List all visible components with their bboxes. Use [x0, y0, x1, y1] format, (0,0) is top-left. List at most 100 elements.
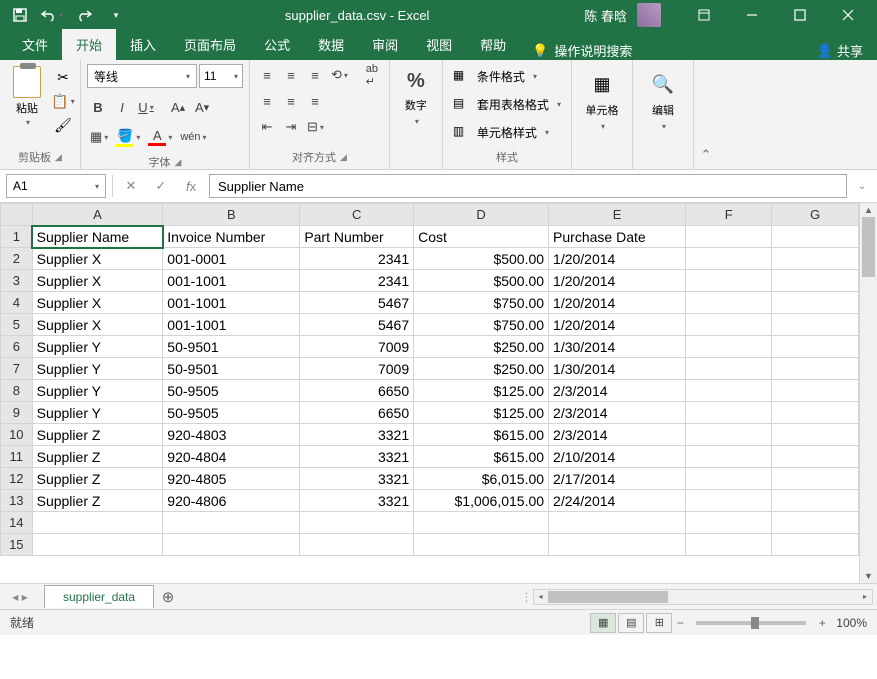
- dialog-launcher-icon[interactable]: ◢: [175, 157, 182, 168]
- cell[interactable]: [686, 446, 772, 468]
- cell[interactable]: Purchase Date: [549, 226, 686, 248]
- tab-page-layout[interactable]: 页面布局: [170, 29, 250, 60]
- row-header[interactable]: 14: [1, 512, 33, 534]
- row-header[interactable]: 8: [1, 380, 33, 402]
- cell[interactable]: [686, 534, 772, 556]
- bold-button[interactable]: B: [87, 96, 109, 118]
- cell[interactable]: 920-4804: [163, 446, 300, 468]
- align-center-button[interactable]: ≡: [280, 90, 302, 112]
- save-button[interactable]: [6, 2, 34, 28]
- merge-button[interactable]: ⊟▾: [304, 116, 327, 138]
- cell[interactable]: [686, 358, 772, 380]
- row-header[interactable]: 9: [1, 402, 33, 424]
- column-header[interactable]: B: [163, 204, 300, 226]
- redo-button[interactable]: [70, 2, 98, 28]
- cell[interactable]: 1/20/2014: [549, 314, 686, 336]
- formula-input[interactable]: Supplier Name: [209, 174, 847, 198]
- cell[interactable]: [686, 380, 772, 402]
- cell[interactable]: [772, 534, 859, 556]
- cell[interactable]: 3321: [300, 490, 414, 512]
- cell[interactable]: 50-9505: [163, 380, 300, 402]
- cell[interactable]: 5467: [300, 292, 414, 314]
- cell[interactable]: $125.00: [414, 402, 549, 424]
- name-box[interactable]: A1▾: [6, 174, 106, 198]
- cell[interactable]: Supplier Y: [32, 402, 163, 424]
- row-header[interactable]: 10: [1, 424, 33, 446]
- align-right-button[interactable]: ≡: [304, 90, 326, 112]
- cell[interactable]: Supplier X: [32, 270, 163, 292]
- cell[interactable]: 6650: [300, 380, 414, 402]
- cell[interactable]: [549, 534, 686, 556]
- cell[interactable]: [163, 534, 300, 556]
- cell[interactable]: [772, 226, 859, 248]
- cell[interactable]: Supplier Name: [32, 226, 163, 248]
- cell[interactable]: Supplier X: [32, 314, 163, 336]
- orientation-button[interactable]: ⟲▾: [328, 64, 351, 86]
- row-header[interactable]: 4: [1, 292, 33, 314]
- cell[interactable]: $750.00: [414, 292, 549, 314]
- tab-home[interactable]: 开始: [62, 29, 116, 60]
- align-middle-button[interactable]: ≡: [280, 64, 302, 86]
- select-all-corner[interactable]: [1, 204, 33, 226]
- cell[interactable]: [772, 468, 859, 490]
- cell[interactable]: 1/30/2014: [549, 336, 686, 358]
- font-name-select[interactable]: 等线▾: [87, 64, 197, 88]
- cell[interactable]: 3321: [300, 446, 414, 468]
- cell[interactable]: [32, 534, 163, 556]
- align-left-button[interactable]: ≡: [256, 90, 278, 112]
- row-header[interactable]: 5: [1, 314, 33, 336]
- format-as-table-button[interactable]: ▤套用表格格式▾: [449, 92, 565, 116]
- cell[interactable]: Invoice Number: [163, 226, 300, 248]
- close-button[interactable]: [825, 0, 871, 30]
- cell[interactable]: 5467: [300, 314, 414, 336]
- cell[interactable]: Supplier Y: [32, 336, 163, 358]
- scroll-up-icon[interactable]: ▲: [860, 203, 877, 217]
- cell[interactable]: [772, 402, 859, 424]
- cell[interactable]: [686, 468, 772, 490]
- cell[interactable]: [686, 336, 772, 358]
- horizontal-scrollbar[interactable]: ◂ ▸: [533, 589, 873, 605]
- maximize-button[interactable]: [777, 0, 823, 30]
- increase-font-button[interactable]: A▴: [167, 96, 189, 118]
- cell[interactable]: [772, 336, 859, 358]
- font-color-button[interactable]: A▾: [145, 126, 175, 148]
- cell[interactable]: [686, 402, 772, 424]
- cell[interactable]: [686, 490, 772, 512]
- conditional-format-button[interactable]: ▦条件格式▾: [449, 64, 565, 88]
- share-button[interactable]: 👤 共享: [803, 41, 877, 60]
- zoom-in-button[interactable]: +: [814, 616, 830, 630]
- cell[interactable]: [32, 512, 163, 534]
- new-sheet-button[interactable]: ⊕: [154, 588, 182, 606]
- cell[interactable]: [772, 292, 859, 314]
- sheet-tab[interactable]: supplier_data: [44, 585, 154, 608]
- cell[interactable]: [549, 512, 686, 534]
- cell[interactable]: [772, 380, 859, 402]
- cell[interactable]: $250.00: [414, 358, 549, 380]
- cell[interactable]: Supplier Y: [32, 380, 163, 402]
- cell[interactable]: 50-9505: [163, 402, 300, 424]
- align-top-button[interactable]: ≡: [256, 64, 278, 86]
- zoom-slider[interactable]: [696, 621, 806, 625]
- normal-view-button[interactable]: ▦: [590, 613, 616, 633]
- page-layout-view-button[interactable]: ▤: [618, 613, 644, 633]
- cell[interactable]: 1/30/2014: [549, 358, 686, 380]
- cell[interactable]: Supplier X: [32, 248, 163, 270]
- decrease-indent-button[interactable]: ⇤: [256, 116, 278, 138]
- tab-data[interactable]: 数据: [304, 29, 358, 60]
- cell[interactable]: [772, 314, 859, 336]
- cell[interactable]: [414, 534, 549, 556]
- row-header[interactable]: 3: [1, 270, 33, 292]
- decrease-font-button[interactable]: A▾: [191, 96, 213, 118]
- column-header[interactable]: D: [414, 204, 549, 226]
- fill-color-button[interactable]: 🪣▾: [113, 126, 143, 148]
- number-format-button[interactable]: % 数字 ▾: [396, 64, 436, 163]
- ribbon-options-button[interactable]: [681, 0, 727, 30]
- minimize-button[interactable]: [729, 0, 775, 30]
- row-header[interactable]: 12: [1, 468, 33, 490]
- cell[interactable]: Supplier Z: [32, 446, 163, 468]
- cell[interactable]: [772, 358, 859, 380]
- cell[interactable]: 920-4806: [163, 490, 300, 512]
- row-header[interactable]: 13: [1, 490, 33, 512]
- tab-insert[interactable]: 插入: [116, 29, 170, 60]
- tab-file[interactable]: 文件: [8, 29, 62, 60]
